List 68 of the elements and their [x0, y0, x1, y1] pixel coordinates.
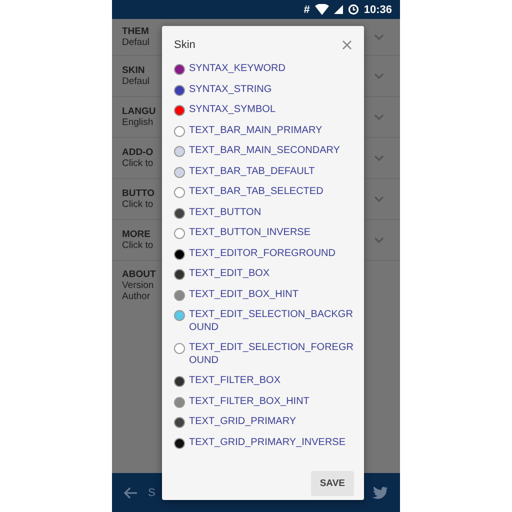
chevron-icon — [374, 155, 384, 161]
close-icon[interactable] — [342, 40, 352, 50]
color-list-item[interactable]: TEXT_EDIT_SELECTION_BACKGROUND — [174, 305, 358, 338]
color-list-item[interactable]: TEXT_BUTTON_INVERSE — [174, 223, 358, 244]
dialog-title: Skin — [174, 39, 196, 51]
color-list-item[interactable]: TEXT_EDITOR_FOREGROUND — [174, 244, 358, 264]
setting-title: THEM — [122, 26, 150, 37]
color-list-item[interactable]: TEXT_GRID_PRIMARY_INVERSE — [174, 432, 358, 453]
chevron-icon — [374, 73, 384, 79]
setting-subtitle: English — [122, 117, 154, 128]
wifi-icon — [314, 4, 329, 15]
item-label: TEXT_GRID_PRIMARY — [189, 416, 296, 428]
color-list-item[interactable]: TEXT_BAR_TAB_SELECTED — [174, 182, 358, 202]
item-label: TEXT_BAR_MAIN_SECONDARY — [189, 145, 340, 158]
bird-icon[interactable] — [372, 486, 388, 500]
color-list-item[interactable]: TEXT_FILTER_BOX_HINT — [174, 392, 358, 412]
setting-title: MORE — [122, 229, 152, 240]
color-list-item[interactable]: SYNTAX_KEYWORD — [174, 59, 358, 80]
alarm-icon — [348, 4, 359, 15]
item-label: TEXT_BUTTON — [189, 206, 262, 219]
color-list-item[interactable]: TEXT_BUTTON — [174, 202, 358, 223]
color-list-item[interactable]: TEXT_BAR_MAIN_SECONDARY — [174, 141, 358, 162]
color-list-item[interactable]: TEXT_EDIT_SELECTION_FOREGROUND — [174, 338, 358, 371]
item-label: TEXT_EDIT_BOX_HINT — [189, 288, 298, 301]
chevron-icon — [374, 237, 384, 243]
setting-subtitle: Click to — [122, 199, 154, 210]
setting-title: ABOUT — [122, 269, 157, 280]
setting-subtitle: Click to — [122, 158, 154, 169]
bottom-bar-text: S — [148, 486, 156, 498]
color-list-item[interactable]: TEXT_FILTER_BOX — [174, 371, 358, 392]
setting-subtitle: Version — [122, 280, 155, 291]
setting-subtitle: Click to — [122, 240, 154, 251]
item-label: TEXT_GRID_PRIMARY_INVERSE — [189, 436, 346, 449]
item-label: TEXT_BAR_MAIN_PRIMARY — [189, 124, 322, 137]
item-label: SYNTAX_SYMBOL — [189, 104, 276, 116]
setting-title: BUTTO — [122, 188, 156, 199]
item-label: TEXT_BUTTON_INVERSE — [189, 227, 311, 240]
color-list-item[interactable]: SYNTAX_STRING — [174, 80, 358, 100]
color-list-item[interactable]: TEXT_BAR_MAIN_PRIMARY — [174, 120, 358, 141]
item-label: TEXT_EDIT_BOX — [189, 268, 270, 280]
item-label: SYNTAX_STRING — [189, 84, 272, 96]
item-label: TEXT_EDITOR_FOREGROUND — [189, 248, 336, 260]
chevron-icon — [374, 114, 384, 120]
setting-title: ADD-O — [122, 147, 154, 158]
chevron-icon — [374, 196, 384, 202]
color-list-item[interactable]: TEXT_BAR_TAB_DEFAULT — [174, 162, 358, 182]
setting-subtitle: Author — [122, 291, 151, 302]
setting-title: LANGU — [122, 106, 157, 117]
color-list-item[interactable]: TEXT_EDIT_BOX — [174, 264, 358, 284]
save-button[interactable]: SAVE — [310, 471, 354, 496]
chevron-icon — [374, 34, 384, 40]
color-list-item[interactable]: TEXT_GRID_PRIMARY — [174, 412, 358, 432]
status-icon: # — [304, 4, 310, 16]
setting-title: SKIN — [122, 65, 146, 76]
item-label: TEXT_EDIT_SELECTION_BACKGROUND — [189, 309, 354, 334]
back-arrow-icon[interactable] — [124, 486, 138, 498]
item-label: TEXT_BAR_TAB_DEFAULT — [189, 166, 315, 178]
item-label: TEXT_EDIT_SELECTION_FOREGROUND — [189, 342, 354, 367]
color-list-item[interactable]: TEXT_EDIT_BOX_HINT — [174, 284, 358, 305]
item-label: SYNTAX_KEYWORD — [189, 63, 286, 76]
signal-icon — [334, 5, 343, 14]
item-label: TEXT_BAR_TAB_SELECTED — [189, 186, 324, 198]
item-label: TEXT_FILTER_BOX_HINT — [189, 396, 310, 408]
setting-subtitle: Defaul — [122, 37, 150, 48]
clock: 10:36 — [364, 4, 392, 16]
item-label: TEXT_FILTER_BOX — [189, 375, 281, 388]
setting-subtitle: Defaul — [122, 76, 150, 87]
color-list-item[interactable]: SYNTAX_SYMBOL — [174, 100, 358, 120]
